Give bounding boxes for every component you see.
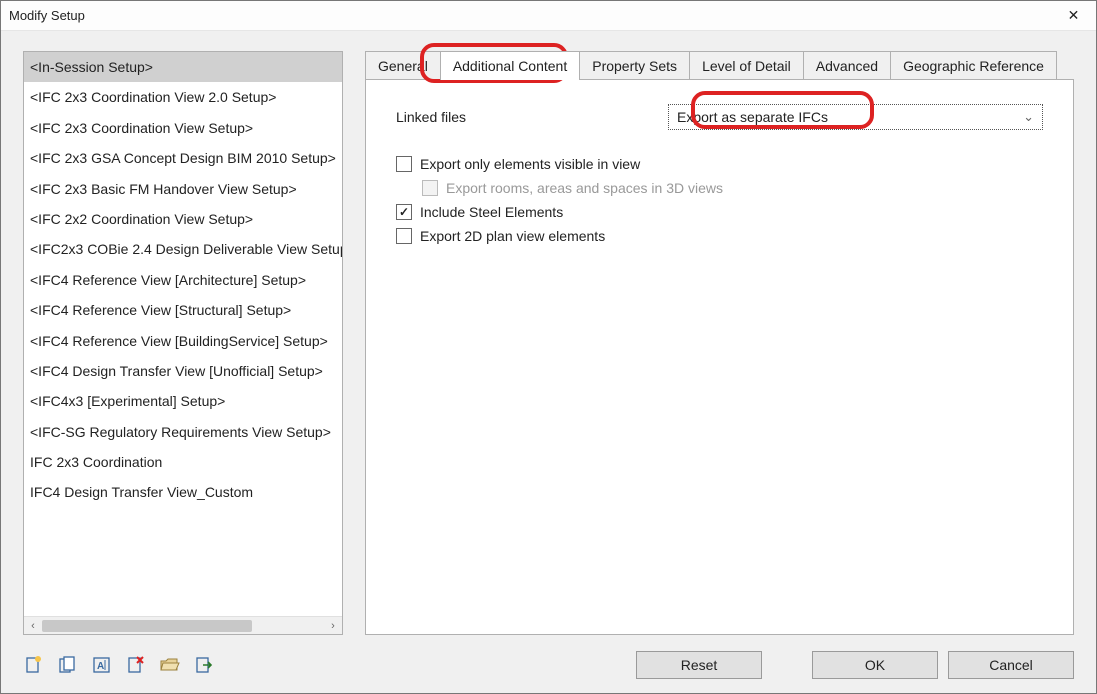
scroll-track[interactable] <box>42 619 324 633</box>
scroll-thumb[interactable] <box>42 620 252 632</box>
tabpage-additional-content: Linked files Export as separate IFCs ⌄ E… <box>365 79 1074 635</box>
tab-property-sets[interactable]: Property Sets <box>579 51 690 80</box>
svg-text:A: A <box>97 661 104 672</box>
option-label: Export 2D plan view elements <box>420 228 605 244</box>
new-setup-button[interactable] <box>23 654 45 676</box>
scroll-right-icon[interactable]: › <box>324 617 342 635</box>
modify-setup-dialog: Modify Setup ✕ <In-Session Setup> <IFC 2… <box>0 0 1097 694</box>
duplicate-setup-button[interactable] <box>57 654 79 676</box>
export-icon <box>195 656 213 674</box>
option-label: Export rooms, areas and spaces in 3D vie… <box>446 180 723 196</box>
new-doc-icon <box>25 656 43 674</box>
tabstrip: General Additional Content Property Sets… <box>365 51 1074 80</box>
list-item[interactable]: <IFC4x3 [Experimental] Setup> <box>24 386 342 416</box>
close-button[interactable]: ✕ <box>1051 1 1096 31</box>
export-setup-button[interactable] <box>193 654 215 676</box>
list-item[interactable]: <IFC 2x3 Basic FM Handover View Setup> <box>24 174 342 204</box>
list-item[interactable]: <IFC4 Reference View [Architecture] Setu… <box>24 265 342 295</box>
option-include-steel[interactable]: Include Steel Elements <box>396 204 1043 220</box>
linked-files-label: Linked files <box>396 109 466 125</box>
dialog-body: <In-Session Setup> <IFC 2x3 Coordination… <box>1 31 1096 643</box>
duplicate-icon <box>59 656 77 674</box>
list-item[interactable]: <IFC 2x2 Coordination View Setup> <box>24 204 342 234</box>
titlebar: Modify Setup ✕ <box>1 1 1096 31</box>
list-item[interactable]: <IFC 2x3 Coordination View 2.0 Setup> <box>24 82 342 112</box>
linked-files-dropdown-value: Export as separate IFCs <box>677 109 1023 125</box>
list-item[interactable]: <IFC4 Design Transfer View [Unofficial] … <box>24 356 342 386</box>
tab-level-of-detail[interactable]: Level of Detail <box>689 51 804 80</box>
list-item[interactable]: <IFC4 Reference View [BuildingService] S… <box>24 326 342 356</box>
checkbox-export-visible[interactable] <box>396 156 412 172</box>
import-setup-button[interactable] <box>159 654 181 676</box>
tab-general[interactable]: General <box>365 51 441 80</box>
list-item[interactable]: <IFC 2x3 GSA Concept Design BIM 2010 Set… <box>24 143 342 173</box>
horizontal-scrollbar[interactable]: ‹ › <box>24 616 342 634</box>
setup-list[interactable]: <In-Session Setup> <IFC 2x3 Coordination… <box>23 51 343 635</box>
delete-icon <box>127 656 145 674</box>
checkbox-export-2d[interactable] <box>396 228 412 244</box>
rename-icon: A <box>93 656 111 674</box>
option-export-rooms: Export rooms, areas and spaces in 3D vie… <box>422 180 1043 196</box>
list-item[interactable]: <IFC2x3 COBie 2.4 Design Deliverable Vie… <box>24 234 342 264</box>
close-icon: ✕ <box>1068 7 1080 24</box>
list-item[interactable]: <IFC4 Reference View [Structural] Setup> <box>24 295 342 325</box>
list-item[interactable]: <IFC 2x3 Coordination View Setup> <box>24 113 342 143</box>
list-item[interactable]: IFC4 Design Transfer View_Custom <box>24 477 342 507</box>
option-label: Include Steel Elements <box>420 204 563 220</box>
scroll-left-icon[interactable]: ‹ <box>24 617 42 635</box>
delete-setup-button[interactable] <box>125 654 147 676</box>
window-title: Modify Setup <box>9 8 1051 23</box>
chevron-down-icon: ⌄ <box>1023 109 1034 125</box>
option-export-2d[interactable]: Export 2D plan view elements <box>396 228 1043 244</box>
ok-button[interactable]: OK <box>812 651 938 679</box>
list-item[interactable]: IFC 2x3 Coordination <box>24 447 342 477</box>
linked-files-row: Linked files Export as separate IFCs ⌄ <box>396 104 1043 130</box>
checkbox-include-steel[interactable] <box>396 204 412 220</box>
list-item[interactable]: <In-Session Setup> <box>24 52 342 82</box>
option-export-visible[interactable]: Export only elements visible in view <box>396 156 1043 172</box>
right-panel: General Additional Content Property Sets… <box>365 51 1074 635</box>
setup-list-inner: <In-Session Setup> <IFC 2x3 Coordination… <box>24 52 342 616</box>
rename-setup-button[interactable]: A <box>91 654 113 676</box>
option-label: Export only elements visible in view <box>420 156 640 172</box>
dialog-footer: A Reset OK Cancel <box>1 643 1096 693</box>
linked-files-dropdown[interactable]: Export as separate IFCs ⌄ <box>668 104 1043 130</box>
checkbox-export-rooms <box>422 180 438 196</box>
folder-open-icon <box>160 656 180 674</box>
reset-button[interactable]: Reset <box>636 651 762 679</box>
list-item[interactable]: <IFC-SG Regulatory Requirements View Set… <box>24 417 342 447</box>
tab-additional-content[interactable]: Additional Content <box>440 51 580 80</box>
cancel-button[interactable]: Cancel <box>948 651 1074 679</box>
tab-geographic-reference[interactable]: Geographic Reference <box>890 51 1057 80</box>
setup-toolbar: A <box>23 654 215 676</box>
tab-advanced[interactable]: Advanced <box>803 51 891 80</box>
